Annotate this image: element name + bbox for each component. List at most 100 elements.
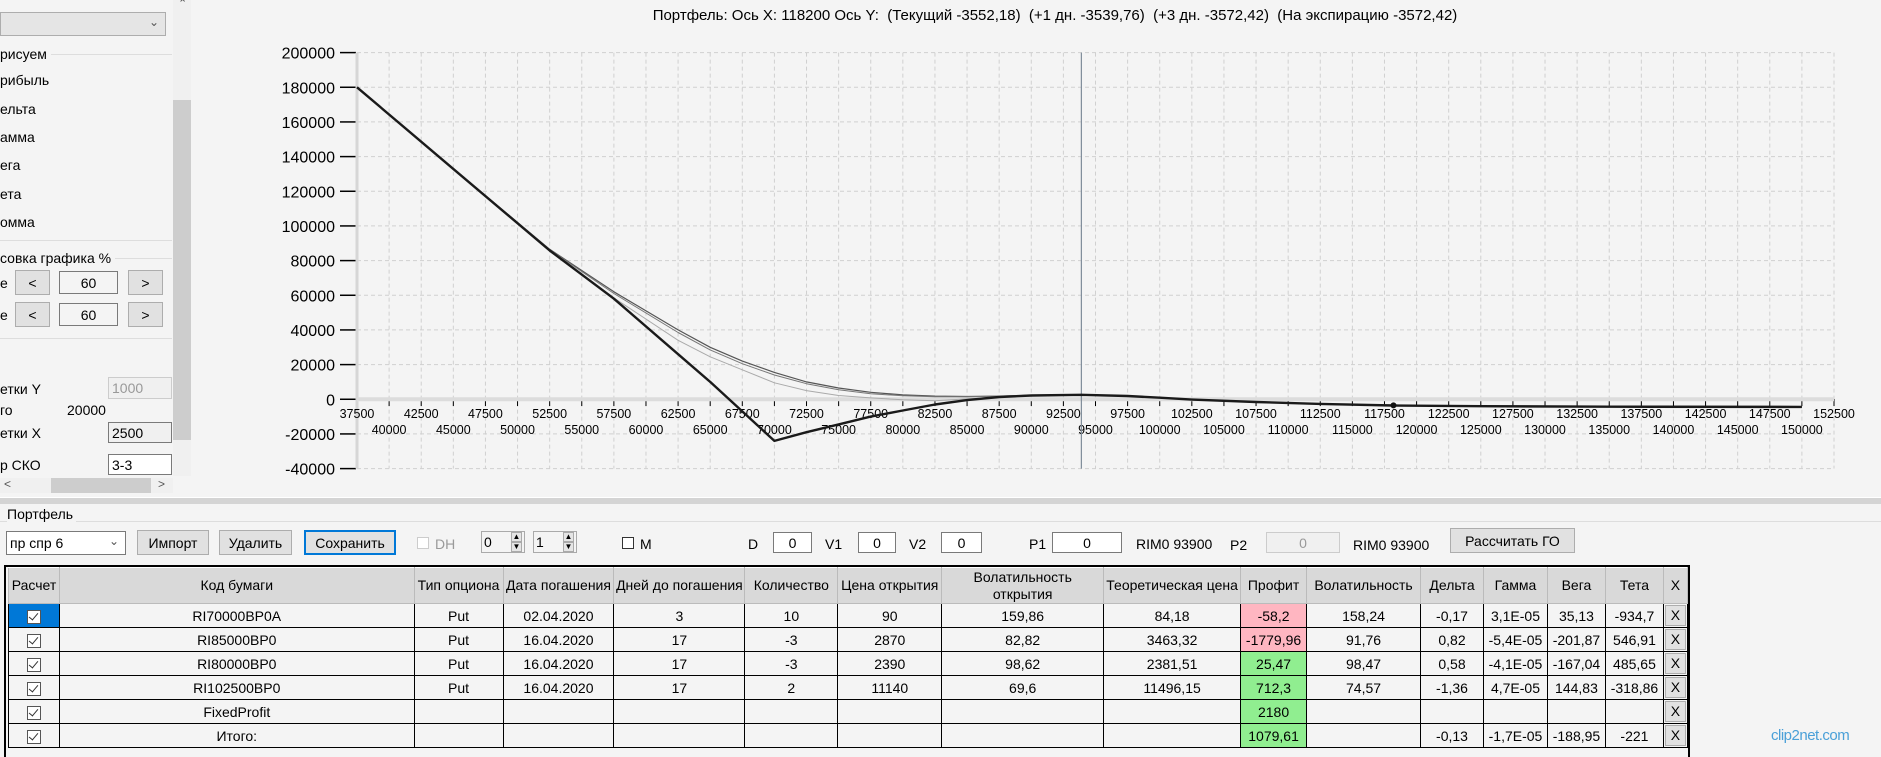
table-row[interactable]: Итого: 1079,61 -0,13 -1,7E-05 -188,95 -221 X <box>8 723 1689 748</box>
positions-table: Расчет Код бумаги Тип опциона Дата погашени… <box>8 567 1689 748</box>
table-cell: 16.04.2020 <box>502 651 615 676</box>
cursor-point-marker <box>1390 402 1397 409</box>
profit-chart[interactable]: 2000001800001600001400001200001000008000… <box>0 0 1881 495</box>
column-header[interactable]: X <box>1662 567 1689 604</box>
group-border <box>0 521 1881 522</box>
column-header[interactable]: Дней до погашения <box>613 567 746 604</box>
x-tick-label: 137500 <box>1620 407 1662 421</box>
table-row[interactable]: FixedProfit 2180 X <box>8 699 1689 724</box>
series-line-current <box>356 86 1802 408</box>
table-cell <box>744 723 839 748</box>
x-tick-label: 37500 <box>340 407 375 421</box>
v1-input[interactable]: 0 <box>858 532 896 553</box>
splitter[interactable] <box>0 497 1881 504</box>
table-cell: 2390 <box>837 651 943 676</box>
calc-checkbox-cell[interactable] <box>8 603 60 628</box>
spin-down-icon[interactable]: ▼ <box>563 542 574 552</box>
table-cell: -58,2 <box>1240 603 1308 628</box>
calc-checkbox-cell[interactable] <box>8 651 60 676</box>
p1-label: P1 <box>1029 536 1047 552</box>
v2-input[interactable]: 0 <box>941 532 982 553</box>
checkbox-checked-icon[interactable] <box>26 729 41 744</box>
column-header[interactable]: Тип опциона <box>413 567 504 604</box>
spinner-2[interactable]: 1 ▲ ▼ <box>533 531 577 553</box>
y-tick-label: 100000 <box>282 219 335 236</box>
checkbox-checked-icon[interactable] <box>26 705 41 720</box>
remove-row-button[interactable]: X <box>1664 629 1686 650</box>
table-cell <box>1103 699 1242 724</box>
spinner-1[interactable]: 0 ▲ ▼ <box>481 531 525 553</box>
x-tick-label: 112500 <box>1300 407 1341 421</box>
calc-checkbox-cell[interactable] <box>8 723 60 748</box>
column-header[interactable]: Дата погашения <box>502 567 615 604</box>
column-header[interactable]: Теоретическая цена <box>1103 567 1242 604</box>
x-tick-label: 122500 <box>1428 407 1470 421</box>
y-tick-label: 0 <box>326 392 335 409</box>
column-header[interactable]: Вега <box>1546 567 1606 604</box>
remove-row-button[interactable]: X <box>1664 701 1686 722</box>
table-cell: FixedProfit <box>58 699 415 724</box>
table-cell: Put <box>413 675 504 700</box>
checkbox-checked-icon[interactable] <box>26 633 41 648</box>
column-header[interactable]: Расчет <box>8 567 60 604</box>
table-row[interactable]: RI102500BP0 Put 16.04.2020 17 2 11140 69,6 1149… <box>8 675 1689 700</box>
table-cell <box>1306 723 1422 748</box>
remove-row-button[interactable]: X <box>1664 725 1686 746</box>
remove-row-button[interactable]: X <box>1664 677 1686 698</box>
x-tick-label: 135000 <box>1588 423 1630 437</box>
save-button[interactable]: Сохранить <box>304 530 396 555</box>
column-header[interactable]: Цена открытия <box>837 567 943 604</box>
delete-button[interactable]: Удалить <box>219 530 292 555</box>
spin-up-icon[interactable]: ▲ <box>563 532 574 542</box>
table-row[interactable]: RI85000BP0 Put 16.04.2020 17 -3 2870 82,82 3463… <box>8 627 1689 652</box>
column-header[interactable]: Профит <box>1240 567 1308 604</box>
table-cell: 91,76 <box>1306 627 1422 652</box>
remove-row-button[interactable]: X <box>1664 605 1686 626</box>
calc-checkbox-cell[interactable] <box>8 627 60 652</box>
table-cell: 2381,51 <box>1103 651 1242 676</box>
table-cell: 11496,15 <box>1103 675 1242 700</box>
remove-row-button[interactable]: X <box>1664 653 1686 674</box>
spin-up-icon[interactable]: ▲ <box>511 532 522 542</box>
p2-ticker: RIM0 93900 <box>1353 537 1430 553</box>
checkbox-checked-icon[interactable] <box>26 609 41 624</box>
calc-checkbox-cell[interactable] <box>8 699 60 724</box>
table-cell: RI70000BP0A <box>58 603 415 628</box>
table-cell: 17 <box>613 627 746 652</box>
table-header-row: Расчет Код бумаги Тип опциона Дата погашени… <box>8 567 1689 604</box>
table-cell: -3 <box>744 651 839 676</box>
column-header[interactable]: Гамма <box>1482 567 1548 604</box>
table-cell: -1779,96 <box>1240 627 1308 652</box>
checkbox-checked-icon[interactable] <box>26 657 41 672</box>
column-header[interactable]: Тета <box>1604 567 1664 604</box>
table-cell: 90 <box>837 603 943 628</box>
p2-input[interactable]: 0 <box>1266 532 1340 553</box>
column-header[interactable]: Волатильность открытия <box>941 567 1105 604</box>
import-button[interactable]: Импорт <box>137 530 209 555</box>
table-cell: 159,86 <box>941 603 1105 628</box>
d-input[interactable]: 0 <box>773 532 812 553</box>
column-header[interactable]: Волатильность <box>1306 567 1422 604</box>
column-header[interactable]: Дельта <box>1420 567 1484 604</box>
y-tick-label: -40000 <box>285 462 335 479</box>
checkbox-checked-icon[interactable] <box>26 681 41 696</box>
x-tick-label: 85000 <box>950 423 985 437</box>
portfolio-combobox[interactable]: пр спр 6 ⌄ <box>6 531 126 555</box>
table-cell <box>837 723 943 748</box>
table-row[interactable]: RI70000BP0A Put 02.04.2020 3 10 90 159,86 84,18… <box>8 603 1689 628</box>
spin-down-icon[interactable]: ▼ <box>511 542 522 552</box>
column-header[interactable]: Количество <box>744 567 839 604</box>
portfolio-group-label: Портфель <box>7 506 77 522</box>
p1-input[interactable]: 0 <box>1052 532 1122 553</box>
m-checkbox[interactable] <box>622 537 634 549</box>
dh-checkbox[interactable] <box>417 537 429 549</box>
table-cell: 11140 <box>837 675 943 700</box>
table-row[interactable]: RI80000BP0 Put 16.04.2020 17 -3 2390 98,62 2381… <box>8 651 1689 676</box>
table-cell: -4,1E-05 <box>1482 651 1548 676</box>
calc-checkbox-cell[interactable] <box>8 675 60 700</box>
column-header[interactable]: Код бумаги <box>58 567 415 604</box>
calculate-go-button[interactable]: Рассчитать ГО <box>1450 528 1575 553</box>
x-tick-label: 97500 <box>1110 407 1145 421</box>
x-tick-label: 40000 <box>372 423 407 437</box>
table-cell: 16.04.2020 <box>502 627 615 652</box>
